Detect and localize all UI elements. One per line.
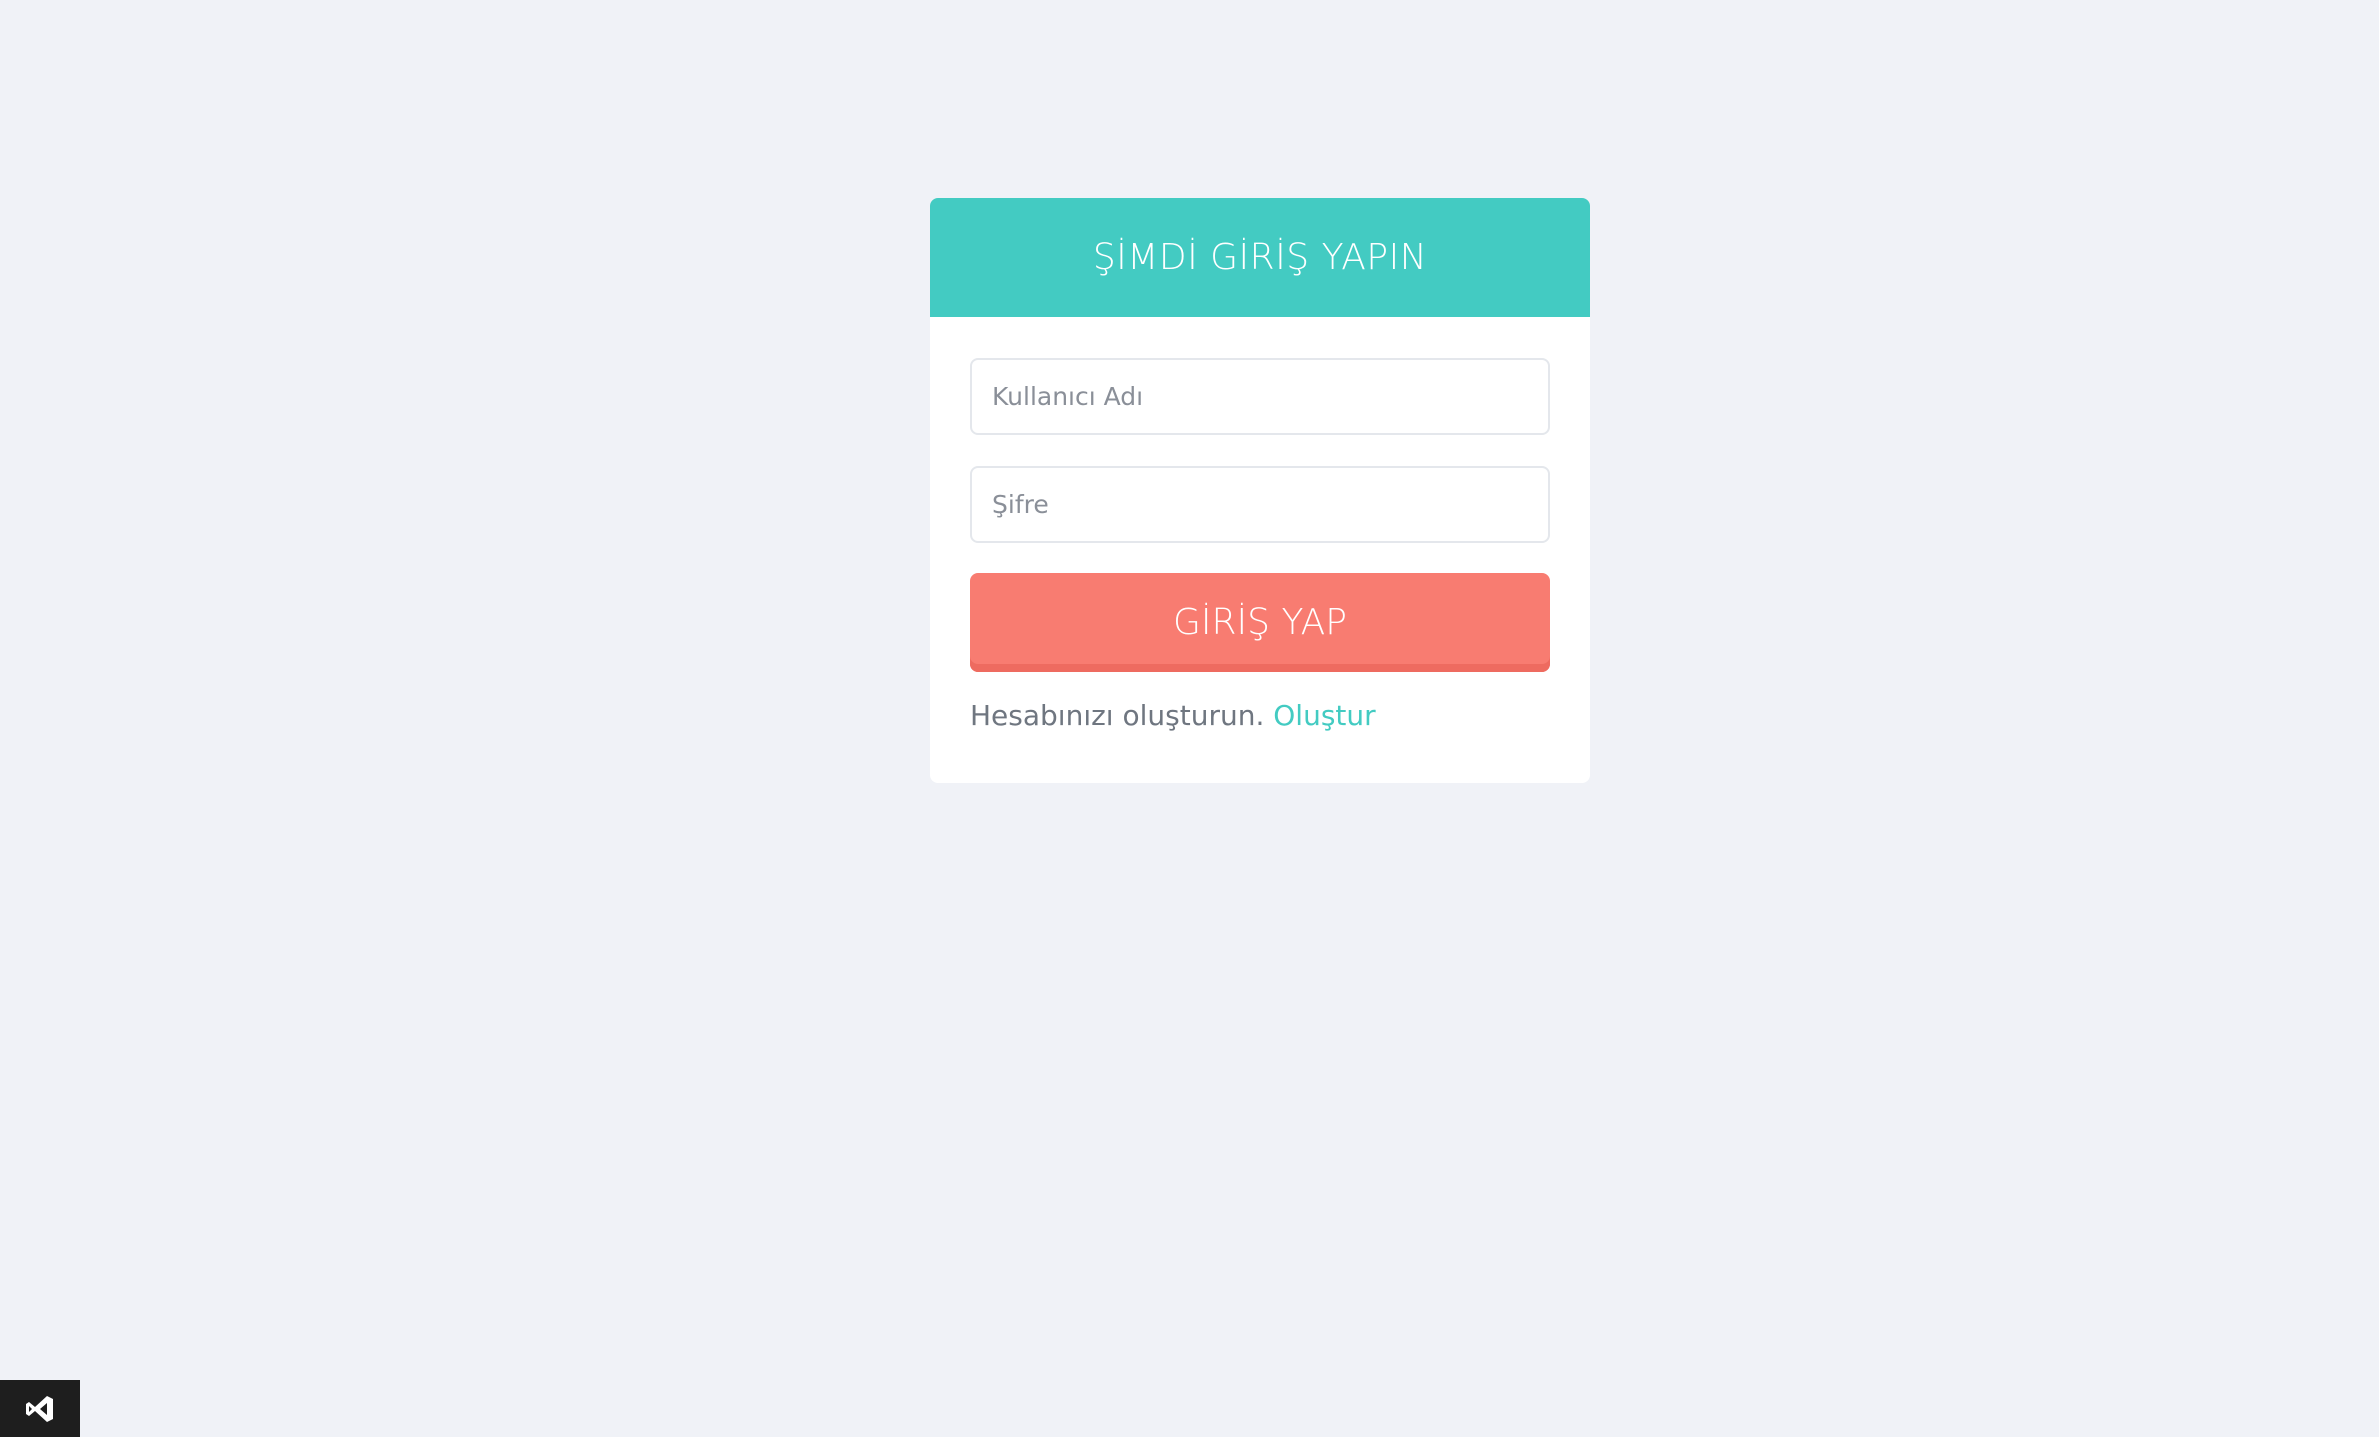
visual-studio-icon[interactable] <box>0 1380 80 1437</box>
signup-link[interactable]: Oluştur <box>1273 699 1375 732</box>
visual-studio-icon-glyph <box>26 1395 53 1422</box>
password-input[interactable] <box>970 466 1550 543</box>
signup-row: Hesabınızı oluşturun. Oluştur <box>970 699 1376 732</box>
login-title: ŞİMDİ GİRİŞ YAPIN <box>1092 237 1428 278</box>
login-button[interactable]: GİRİŞ YAP <box>970 573 1550 672</box>
login-form: GİRİŞ YAP Hesabınızı oluşturun. Oluştur <box>930 317 1590 783</box>
login-header: ŞİMDİ GİRİŞ YAPIN <box>930 198 1590 317</box>
login-card: ŞİMDİ GİRİŞ YAPIN GİRİŞ YAP Hesabınızı o… <box>930 198 1590 783</box>
signup-prompt: Hesabınızı oluşturun. <box>970 699 1265 732</box>
username-input[interactable] <box>970 358 1550 435</box>
